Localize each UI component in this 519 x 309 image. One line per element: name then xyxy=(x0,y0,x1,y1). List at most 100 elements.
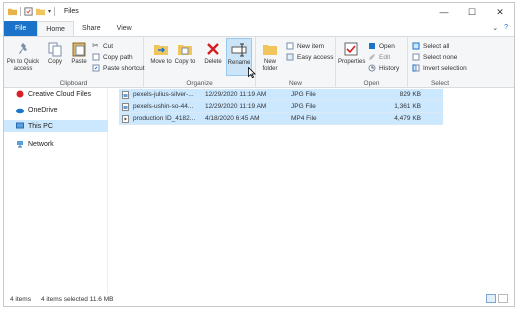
delete-button[interactable]: Delete xyxy=(202,41,224,66)
properties-button[interactable]: Properties xyxy=(338,41,365,66)
select-group-label: Select xyxy=(430,80,450,87)
file-size: 1,361 KB xyxy=(394,103,421,110)
help-icon[interactable]: ? xyxy=(504,24,508,32)
file-size: 4,479 KB xyxy=(394,115,421,122)
nav-item-this-pc[interactable]: This PC xyxy=(4,120,108,132)
clipboard-group: Pin to Quick access Copy Paste ✂ Cut Cop… xyxy=(4,37,145,89)
clipboard-group-label: Clipboard xyxy=(59,80,88,87)
copy-button[interactable]: Copy xyxy=(44,41,66,66)
image-file-icon xyxy=(122,90,129,99)
copy-to-button[interactable]: Copy to xyxy=(174,41,196,66)
rename-icon xyxy=(231,43,247,57)
copy-path-icon xyxy=(92,53,100,61)
new-item-button[interactable]: New item xyxy=(286,42,324,50)
window-title: Files xyxy=(64,8,79,15)
select-none-button[interactable]: Select none xyxy=(412,53,457,61)
status-bar: 4 items 4 items selected 11.6 MB xyxy=(4,292,514,306)
paste-icon xyxy=(72,42,86,57)
computer-icon xyxy=(16,122,24,129)
properties-icon[interactable] xyxy=(24,7,33,16)
list-item[interactable]: production ID_4182... 4/18/2020 6:45 AM … xyxy=(119,113,443,125)
video-file-icon xyxy=(122,114,129,123)
close-button[interactable]: ✕ xyxy=(486,3,514,21)
new-folder-icon xyxy=(263,45,277,55)
file-name: pexels-julius-silver-... xyxy=(133,91,194,98)
divider xyxy=(20,7,21,16)
nav-item-network[interactable]: Network xyxy=(4,138,108,150)
open-icon xyxy=(369,43,375,49)
tab-home[interactable]: Home xyxy=(37,21,74,36)
new-group: New folder New item Easy access New xyxy=(256,37,336,89)
item-count: 4 items xyxy=(10,295,31,303)
creative-cloud-icon xyxy=(16,90,24,98)
minimize-button[interactable]: — xyxy=(430,3,458,21)
tab-view[interactable]: View xyxy=(109,21,140,36)
move-to-icon xyxy=(154,45,168,55)
large-icons-view-button[interactable] xyxy=(498,294,508,303)
new-folder-icon[interactable] xyxy=(36,7,45,16)
list-item[interactable]: pexels-julius-silver-... 12/29/2020 11:1… xyxy=(119,89,443,101)
file-date: 12/29/2020 11:19 AM xyxy=(205,91,267,98)
cut-button[interactable]: ✂ Cut xyxy=(92,42,113,50)
window-controls: — ☐ ✕ xyxy=(430,3,514,21)
file-size: 829 KB xyxy=(399,91,421,98)
move-to-button[interactable]: Move to xyxy=(150,41,172,66)
expand-ribbon-icon[interactable]: ⌄ xyxy=(492,24,498,32)
navigation-pane: Creative Cloud Files OneDrive This PC Ne… xyxy=(4,88,108,294)
list-item[interactable]: pexels-ushin-so-44... 12/29/2020 11:19 A… xyxy=(119,101,443,113)
select-group: Select all Select none Invert selection … xyxy=(408,37,472,89)
file-type: JPG File xyxy=(291,91,316,98)
file-date: 4/18/2020 6:45 AM xyxy=(205,115,260,122)
folder-icon xyxy=(8,8,17,16)
file-date: 12/29/2020 11:19 AM xyxy=(205,103,267,110)
edit-button[interactable]: Edit xyxy=(368,53,390,61)
delete-icon xyxy=(207,43,219,55)
ribbon: Pin to Quick access Copy Paste ✂ Cut Cop… xyxy=(4,36,514,89)
explorer-window: ▾ Files — ☐ ✕ File Home Share View ⌄ ? P… xyxy=(3,2,515,307)
organize-group: Move to Copy to Delete Rename Organize xyxy=(144,37,256,89)
invert-selection-icon xyxy=(412,64,420,72)
properties-icon xyxy=(344,42,358,56)
details-view-button[interactable] xyxy=(486,294,496,303)
copy-path-button[interactable]: Copy path xyxy=(92,53,133,61)
paste-shortcut-icon xyxy=(92,64,100,72)
history-button[interactable]: History xyxy=(368,64,399,72)
paste-button[interactable]: Paste xyxy=(68,41,90,66)
file-name: pexels-ushin-so-44... xyxy=(133,103,194,110)
title-bar: ▾ Files — ☐ ✕ xyxy=(4,3,514,21)
file-type: JPG File xyxy=(291,103,316,110)
network-icon xyxy=(17,141,23,148)
selection-info: 4 items selected 11.6 MB xyxy=(40,295,114,303)
pin-icon xyxy=(19,43,27,54)
cloud-icon xyxy=(16,108,24,114)
pin-to-quick-access-button[interactable]: Pin to Quick access xyxy=(6,41,40,73)
easy-access-icon xyxy=(286,53,294,61)
select-all-button[interactable]: Select all xyxy=(412,42,449,50)
easy-access-button[interactable]: Easy access xyxy=(286,53,334,61)
open-group: Properties Open Edit History Open xyxy=(336,37,408,89)
view-switcher xyxy=(486,294,508,303)
tab-file[interactable]: File xyxy=(4,21,38,36)
image-file-icon xyxy=(122,102,129,111)
new-group-label: New xyxy=(288,80,302,87)
nav-item-creative-cloud-files[interactable]: Creative Cloud Files xyxy=(4,88,108,100)
maximize-button[interactable]: ☐ xyxy=(458,3,486,21)
file-list: pexels-julius-silver-... 12/29/2020 11:1… xyxy=(109,88,514,294)
select-none-icon xyxy=(412,53,420,61)
file-name: production ID_4182... xyxy=(133,115,196,122)
organize-group-label: Organize xyxy=(186,80,213,87)
edit-icon xyxy=(369,54,375,60)
paste-shortcut-button[interactable]: Paste shortcut xyxy=(92,64,145,72)
tab-share[interactable]: Share xyxy=(74,21,109,36)
mouse-pointer-icon xyxy=(248,67,256,78)
history-icon xyxy=(368,64,376,72)
divider xyxy=(54,7,56,16)
scissors-icon: ✂ xyxy=(92,41,99,50)
invert-selection-button[interactable]: Invert selection xyxy=(412,64,467,72)
new-item-icon xyxy=(286,42,294,50)
copy-icon xyxy=(48,42,62,57)
customize-toolbar-icon[interactable]: ▾ xyxy=(48,8,51,15)
open-button[interactable]: Open xyxy=(368,42,395,50)
nav-item-onedrive[interactable]: OneDrive xyxy=(4,104,108,116)
new-folder-button[interactable]: New folder xyxy=(258,41,282,73)
